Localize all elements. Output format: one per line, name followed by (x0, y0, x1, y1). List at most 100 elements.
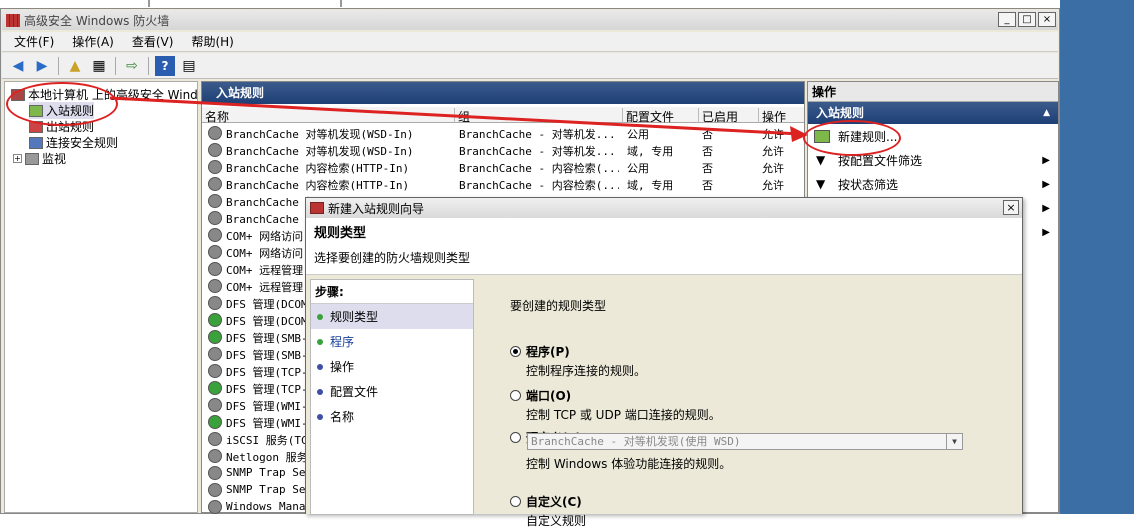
close-button[interactable]: × (1038, 12, 1056, 27)
menu-help[interactable]: 帮助(H) (191, 33, 233, 50)
filter-icon: ▼ (816, 177, 826, 191)
table-row[interactable]: BranchCache 对等机发现(WSD-In) BranchCache - 对… (202, 141, 804, 158)
window-title: 高级安全 Windows 防火墙 (24, 13, 170, 28)
rule-status-icon (208, 279, 222, 293)
collapse-icon[interactable]: ▲ (1043, 102, 1050, 124)
radio-port[interactable] (510, 390, 521, 401)
rule-name: BranchCache 内容检索(HTTP-In) (226, 162, 410, 175)
rule-enabled: 否 (702, 145, 713, 158)
rule-action: 允许 (762, 162, 784, 175)
predefined-value: BranchCache - 对等机发现(使用 WSD) (531, 435, 741, 448)
submenu-arrow-icon: ▶ (1042, 226, 1050, 238)
rule-name: BranchCache 内容检索(HTTP-In) (226, 179, 410, 192)
top-strip (0, 0, 1134, 8)
rule-status-icon (208, 177, 222, 191)
column-enabled[interactable]: 已启用 (698, 108, 758, 124)
rule-group: BranchCache - 内容检索(... (459, 162, 619, 175)
option-label: 程序(P) (526, 345, 570, 359)
table-row[interactable]: BranchCache 内容检索(HTTP-In) BranchCache - 内… (202, 158, 804, 175)
option-label: 端口(O) (526, 389, 572, 403)
rule-status-icon (208, 330, 222, 344)
actions-section-label: 入站规则 (816, 106, 865, 120)
option-port[interactable]: 端口(O) 控制 TCP 或 UDP 端口连接的规则。 (510, 387, 721, 423)
export-list-icon[interactable]: ⇨ (122, 56, 142, 76)
annotation-circle (803, 120, 901, 156)
rule-status-icon (208, 296, 222, 310)
tree-item-monitor[interactable]: + 监视 (13, 150, 66, 167)
step-profile[interactable]: 配置文件 (311, 379, 473, 404)
tree-item-label: 连接安全规则 (46, 136, 119, 150)
chevron-down-icon[interactable]: ▼ (946, 434, 962, 449)
step-label: 规则类型 (330, 310, 379, 324)
dialog-title: 新建入站规则向导 (328, 201, 425, 216)
up-folder-icon[interactable]: ▲ (65, 56, 85, 76)
radio-predefined[interactable] (510, 432, 521, 443)
table-row[interactable]: BranchCache 内容检索(HTTP-In) BranchCache - 内… (202, 175, 804, 192)
rule-group: BranchCache - 对等机发... (459, 145, 616, 158)
minimize-button[interactable]: _ (998, 12, 1016, 27)
rule-group: BranchCache - 对等机发... (459, 128, 616, 141)
rule-group: BranchCache - 内容检索(... (459, 179, 619, 192)
step-dot-icon (317, 388, 323, 395)
step-dot-icon (317, 313, 323, 320)
tree-item-label: 监视 (42, 152, 67, 166)
step-name[interactable]: 名称 (311, 404, 473, 429)
rule-action: 允许 (762, 179, 784, 192)
dialog-subheading: 选择要创建的防火墙规则类型 (314, 251, 471, 265)
rule-status-icon (208, 415, 222, 429)
option-description: 控制程序连接的规则。 (526, 364, 647, 378)
toolbar: ◀ ▶ ▲ ▦ ⇨ ? ▤ (2, 53, 1058, 79)
toolbar-separator (115, 56, 116, 75)
rule-status-icon (208, 126, 222, 140)
step-label: 操作 (330, 360, 355, 374)
menu-view[interactable]: 查看(V) (132, 33, 174, 50)
rule-name: BranchCache 对等机发现(WSD-In) (226, 128, 414, 141)
tab-divider (340, 0, 342, 7)
rule-profile: 公用 (627, 162, 649, 175)
rule-status-icon (208, 449, 222, 463)
rule-status-icon (208, 432, 222, 446)
rule-status-icon (208, 245, 222, 259)
console-tree: 本地计算机 上的高级安全 Windows 入站规则 出站规则 连接安全规则 + … (4, 81, 198, 513)
column-group[interactable]: 组 (454, 108, 622, 124)
step-program[interactable]: 程序 (311, 329, 473, 354)
step-rule-type[interactable]: 规则类型 (311, 304, 473, 329)
show-hide-tree-icon[interactable]: ▦ (89, 56, 109, 76)
rule-enabled: 否 (702, 128, 713, 141)
rule-status-icon (208, 398, 222, 412)
table-row[interactable]: BranchCache 对等机发现(WSD-In) BranchCache - 对… (202, 124, 804, 141)
rule-enabled: 否 (702, 162, 713, 175)
filter-by-state-action[interactable]: ▼ 按状态筛选 ▶ (808, 172, 1058, 196)
column-action[interactable]: 操作 (758, 108, 804, 124)
radio-custom[interactable] (510, 496, 521, 507)
help-icon[interactable]: ? (155, 55, 175, 76)
connection-security-icon (29, 136, 43, 149)
tab-divider (148, 0, 150, 7)
step-label: 名称 (330, 410, 355, 424)
menu-file[interactable]: 文件(F) (14, 33, 54, 50)
back-icon[interactable]: ◀ (8, 56, 28, 76)
forward-icon[interactable]: ▶ (32, 56, 52, 76)
dialog-close-button[interactable]: × (1003, 200, 1019, 215)
predefined-select[interactable]: BranchCache - 对等机发现(使用 WSD) ▼ (527, 433, 963, 450)
dialog-header: 规则类型 选择要创建的防火墙规则类型 (306, 218, 1022, 272)
tree-item-connection-security[interactable]: 连接安全规则 (29, 134, 118, 151)
dialog-body: 步骤: 规则类型 程序 操作 配置文件 名称 要创建的规则类型 程序(P) 控制… (306, 274, 1022, 528)
column-name[interactable]: 名称 (202, 108, 454, 124)
maximize-button[interactable]: □ (1018, 12, 1036, 27)
menu-action[interactable]: 操作(A) (72, 33, 114, 50)
column-profile[interactable]: 配置文件 (622, 108, 698, 124)
steps-title: 步骤: (311, 280, 473, 304)
predefined-description-wrap: 控制 Windows 体验功能连接的规则。 (510, 453, 731, 472)
submenu-arrow-icon: ▶ (1042, 178, 1050, 190)
steps-pane: 步骤: 规则类型 程序 操作 配置文件 名称 (310, 279, 474, 515)
properties-icon[interactable]: ▤ (179, 56, 199, 76)
option-program[interactable]: 程序(P) 控制程序连接的规则。 (510, 343, 646, 379)
radio-program[interactable] (510, 346, 521, 357)
option-description: 控制 Windows 体验功能连接的规则。 (526, 457, 732, 471)
menu-bar: 文件(F) 操作(A) 查看(V) 帮助(H) (2, 32, 1058, 52)
step-action[interactable]: 操作 (311, 354, 473, 379)
rule-status-icon (208, 211, 222, 225)
expand-icon[interactable]: + (13, 154, 22, 163)
option-custom[interactable]: 自定义(C) 自定义规则 (510, 493, 586, 529)
